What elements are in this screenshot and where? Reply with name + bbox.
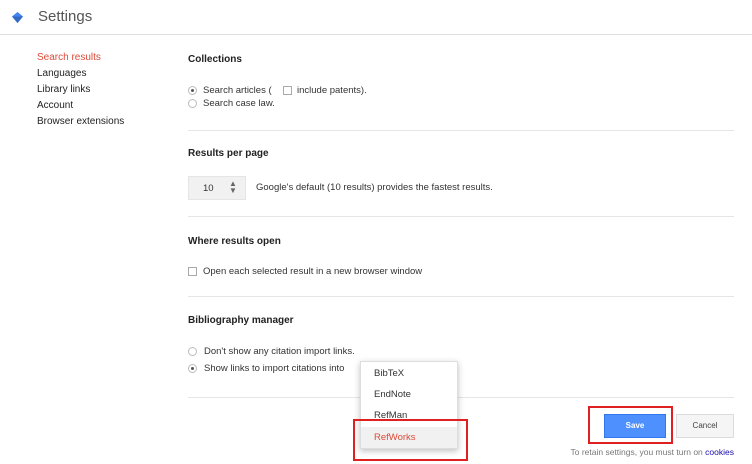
no-citation-links-label: Don't show any citation import links. [204, 346, 355, 357]
bibliography-manager-heading: Bibliography manager [188, 315, 294, 326]
cookies-notice-text: To retain settings, you must turn on [570, 447, 703, 457]
show-citation-links-label: Show links to import citations into [204, 363, 345, 374]
search-case-law-label: Search case law. [203, 98, 275, 109]
search-case-law-radio[interactable] [188, 99, 197, 108]
search-articles-label-prefix: Search articles ( [203, 85, 272, 96]
header-bar: Settings [0, 0, 752, 35]
google-scholar-logo-icon[interactable] [12, 12, 23, 23]
results-per-page-hint: Google's default (10 results) provides t… [256, 182, 493, 193]
stepper-arrows-icon[interactable]: ▲ ▼ [229, 180, 237, 195]
results-per-page-value: 10 [203, 183, 214, 194]
section-divider [188, 296, 734, 297]
refworks-highlight-box [353, 419, 468, 461]
include-patents-label: include patents). [297, 85, 367, 96]
dropdown-option-endnote[interactable]: EndNote [374, 389, 411, 400]
no-citation-links-radio[interactable] [188, 347, 197, 356]
section-divider [188, 130, 734, 131]
sidebar-item-account[interactable]: Account [37, 100, 73, 111]
dropdown-option-bibtex[interactable]: BibTeX [374, 368, 404, 379]
open-new-window-checkbox[interactable] [188, 267, 197, 276]
cookies-notice: To retain settings, you must turn on coo… [571, 447, 735, 457]
include-patents-checkbox[interactable] [283, 86, 292, 95]
sidebar-item-languages[interactable]: Languages [37, 68, 87, 79]
search-articles-radio[interactable] [188, 86, 197, 95]
show-citation-links-radio[interactable] [188, 364, 197, 373]
cookies-link[interactable]: cookies [705, 447, 734, 457]
sidebar-item-search-results[interactable]: Search results [37, 52, 101, 63]
cancel-button[interactable]: Cancel [676, 414, 734, 438]
open-new-window-label: Open each selected result in a new brows… [203, 266, 423, 277]
page-title: Settings [38, 8, 93, 25]
collections-heading: Collections [188, 54, 242, 65]
where-results-open-heading: Where results open [188, 236, 281, 247]
results-per-page-heading: Results per page [188, 148, 269, 159]
save-highlight-box [588, 406, 673, 444]
section-divider [188, 216, 734, 217]
sidebar-item-library-links[interactable]: Library links [37, 84, 90, 95]
results-per-page-stepper[interactable]: 10 ▲ ▼ [188, 176, 246, 200]
section-divider [188, 397, 734, 398]
sidebar-item-browser-extensions[interactable]: Browser extensions [37, 116, 124, 127]
